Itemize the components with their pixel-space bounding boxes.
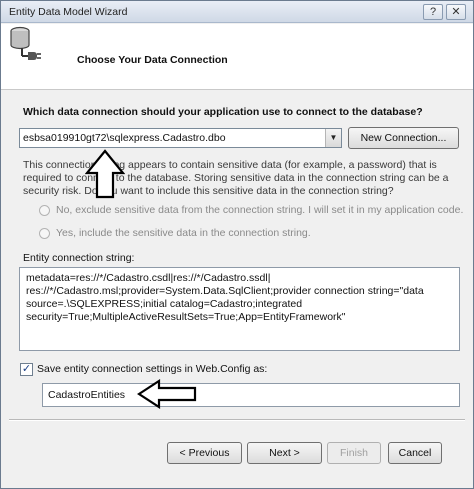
exclude-sensitive-radio[interactable]: No, exclude sensitive data from the conn… <box>39 204 469 218</box>
new-connection-button[interactable]: New Connection... <box>348 127 459 149</box>
entity-connection-string-box[interactable]: metadata=res://*/Cadastro.csdl|res://*/C… <box>19 267 460 351</box>
save-settings-label: Save entity connection settings in Web.C… <box>37 363 268 375</box>
connection-question: Which data connection should your applic… <box>23 106 423 118</box>
previous-button[interactable]: < Previous <box>167 442 242 464</box>
radio-button[interactable] <box>39 228 50 239</box>
connection-string-line: source=.\SQLEXPRESS;initial catalog=Cada… <box>26 298 303 310</box>
finish-button[interactable]: Finish <box>327 442 381 464</box>
entity-name-input[interactable]: CadastroEntities <box>42 383 460 407</box>
save-settings-checkbox-row[interactable]: ✓ Save entity connection settings in Web… <box>20 363 280 377</box>
exclude-sensitive-label: No, exclude sensitive data from the conn… <box>56 204 464 216</box>
radio-button[interactable] <box>39 205 50 216</box>
entity-data-model-wizard-window: Entity Data Model Wizard ? ✕ Choose Your… <box>0 0 474 489</box>
window-title: Entity Data Model Wizard <box>9 6 128 18</box>
include-sensitive-label: Yes, include the sensitive data in the c… <box>56 227 311 239</box>
save-settings-checkbox[interactable]: ✓ <box>20 363 33 376</box>
wizard-header: Choose Your Data Connection <box>1 24 473 90</box>
left-arrow-annotation-icon <box>137 379 197 409</box>
connection-string-line: res://*/Cadastro.msl;provider=System.Dat… <box>26 285 424 297</box>
entity-name-value: CadastroEntities <box>48 389 126 401</box>
data-connection-select[interactable]: esbsa019910gt72\sqlexpress.Cadastro.dbo … <box>19 128 342 148</box>
page-heading: Choose Your Data Connection <box>77 54 228 66</box>
footer-divider <box>9 419 465 421</box>
entity-connection-label: Entity connection string: <box>23 252 135 264</box>
help-button[interactable]: ? <box>423 4 443 20</box>
cancel-button[interactable]: Cancel <box>388 442 442 464</box>
chevron-down-icon[interactable]: ▼ <box>325 129 341 147</box>
data-connection-selected: esbsa019910gt72\sqlexpress.Cadastro.dbo <box>23 132 226 144</box>
title-bar: Entity Data Model Wizard ? ✕ <box>1 1 473 23</box>
database-connection-icon <box>10 26 41 60</box>
include-sensitive-radio[interactable]: Yes, include the sensitive data in the c… <box>39 227 339 241</box>
close-button[interactable]: ✕ <box>446 4 466 20</box>
connection-string-line: metadata=res://*/Cadastro.csdl|res://*/C… <box>26 272 271 284</box>
connection-string-line: security=True;MultipleActiveResultSets=T… <box>26 311 346 323</box>
next-button[interactable]: Next > <box>247 442 322 464</box>
up-arrow-annotation-icon <box>85 149 125 199</box>
